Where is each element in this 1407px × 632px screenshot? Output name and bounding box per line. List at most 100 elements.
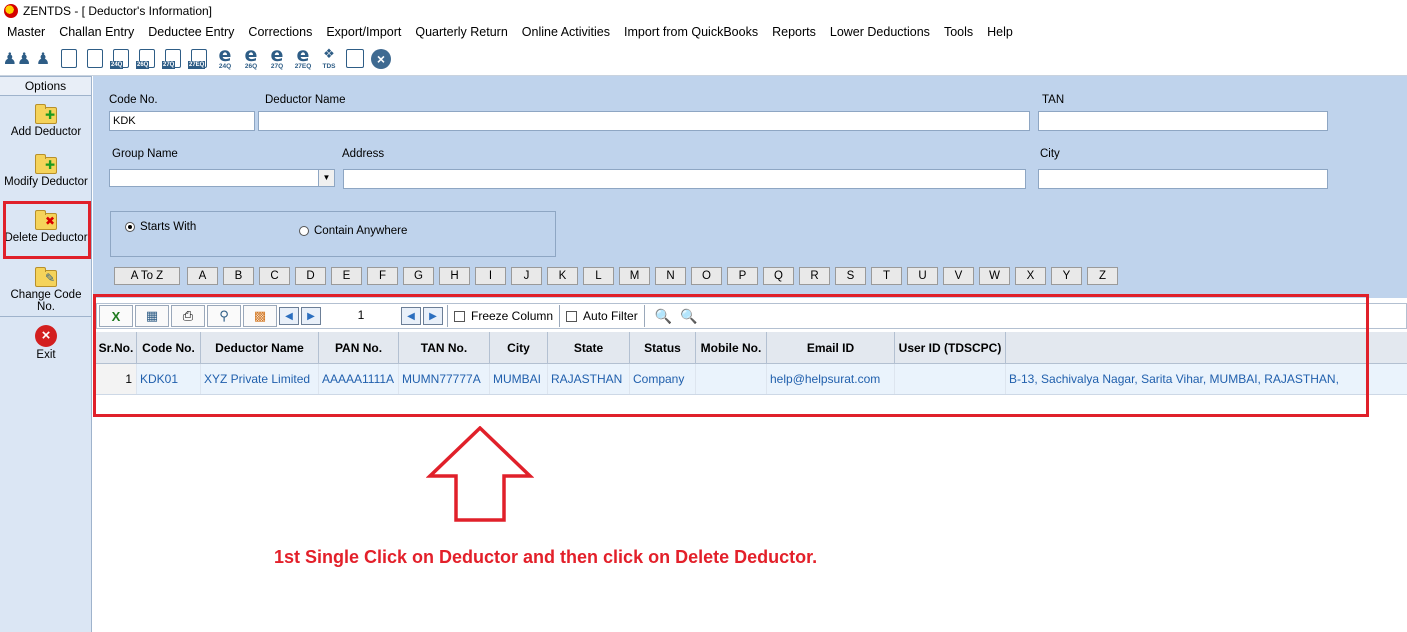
col-pan-no[interactable]: PAN No.: [319, 332, 399, 363]
col-tan-no[interactable]: TAN No.: [399, 332, 490, 363]
letter-button[interactable]: C: [259, 267, 290, 285]
letter-button[interactable]: F: [367, 267, 398, 285]
doc-27eq-icon[interactable]: 27EQ: [188, 47, 210, 71]
menu-reports[interactable]: Reports: [765, 25, 823, 39]
modify-deductor-button[interactable]: ✚ Modify Deductor: [0, 154, 92, 188]
letter-button[interactable]: B: [223, 267, 254, 285]
tds-logo-icon[interactable]: ❖ TDS: [318, 47, 340, 71]
doc-icon[interactable]: [58, 47, 80, 71]
col-city[interactable]: City: [490, 332, 548, 363]
col-sr-no[interactable]: Sr.No.: [96, 332, 137, 363]
main-toolbar: ♟♟ ♟ 24Q 26Q 27Q 27EQ e 24Q e 26Q e 27Q e 27…: [0, 42, 1407, 76]
cell-sr-no: 1: [96, 364, 137, 394]
menu-import-quickbooks[interactable]: Import from QuickBooks: [617, 25, 765, 39]
letter-button[interactable]: V: [943, 267, 974, 285]
exit-icon: ×: [35, 325, 57, 347]
letter-button[interactable]: Q: [763, 267, 794, 285]
form-icon[interactable]: [344, 47, 366, 71]
delete-deductor-button[interactable]: ✖ Delete Deductor: [0, 210, 92, 244]
last-page-icon[interactable]: ▶: [423, 307, 443, 325]
menu-corrections[interactable]: Corrections: [241, 25, 319, 39]
first-page-icon[interactable]: ◀: [279, 307, 299, 325]
people-icon[interactable]: ♟♟: [3, 47, 32, 71]
e-26q-icon[interactable]: e 26Q: [240, 46, 262, 71]
letter-button[interactable]: O: [691, 267, 722, 285]
change-code-button[interactable]: ✎ Change Code No.: [0, 267, 92, 313]
letter-button[interactable]: K: [547, 267, 578, 285]
letter-button[interactable]: G: [403, 267, 434, 285]
letter-button[interactable]: I: [475, 267, 506, 285]
menu-challan-entry[interactable]: Challan Entry: [52, 25, 141, 39]
letter-button[interactable]: U: [907, 267, 938, 285]
col-status[interactable]: Status: [630, 332, 696, 363]
letter-button[interactable]: M: [619, 267, 650, 285]
letter-button[interactable]: R: [799, 267, 830, 285]
menu-help[interactable]: Help: [980, 25, 1020, 39]
doc-26q-icon[interactable]: 26Q: [136, 47, 158, 71]
letter-button[interactable]: T: [871, 267, 902, 285]
letter-button[interactable]: W: [979, 267, 1010, 285]
prev-page-icon[interactable]: ▶: [301, 307, 321, 325]
person-icon[interactable]: ♟: [32, 47, 54, 71]
letter-button[interactable]: E: [331, 267, 362, 285]
col-state[interactable]: State: [548, 332, 630, 363]
doc-27q-icon[interactable]: 27Q: [162, 47, 184, 71]
doc-icon[interactable]: [84, 47, 106, 71]
menu-online-activities[interactable]: Online Activities: [515, 25, 617, 39]
letter-button[interactable]: A: [187, 267, 218, 285]
xml-export-icon[interactable]: ▦: [135, 305, 169, 327]
search-icon[interactable]: ⚲: [207, 305, 241, 327]
menu-bar: Master Challan Entry Deductee Entry Corr…: [0, 22, 1407, 42]
tree-icon[interactable]: ▩: [243, 305, 277, 327]
letter-button[interactable]: P: [727, 267, 758, 285]
letter-button[interactable]: H: [439, 267, 470, 285]
add-deductor-button[interactable]: ✚ Add Deductor: [0, 104, 92, 138]
close-circle-icon[interactable]: ×: [370, 47, 392, 71]
code-input[interactable]: [109, 111, 255, 131]
letter-button[interactable]: S: [835, 267, 866, 285]
menu-master[interactable]: Master: [0, 25, 52, 39]
letter-button[interactable]: X: [1015, 267, 1046, 285]
letter-button[interactable]: J: [511, 267, 542, 285]
col-deductor-name[interactable]: Deductor Name: [201, 332, 319, 363]
menu-lower-deductions[interactable]: Lower Deductions: [823, 25, 937, 39]
col-email-id[interactable]: Email ID: [767, 332, 895, 363]
letter-button[interactable]: L: [583, 267, 614, 285]
radio-contain-anywhere[interactable]: Contain Anywhere: [299, 225, 407, 237]
deductor-name-input[interactable]: [258, 111, 1030, 131]
menu-quarterly-return[interactable]: Quarterly Return: [408, 25, 514, 39]
tan-input[interactable]: [1038, 111, 1328, 131]
e-24q-icon[interactable]: e 24Q: [214, 46, 236, 71]
zoom-in-icon[interactable]: 🔍: [655, 308, 672, 325]
city-input[interactable]: [1038, 169, 1328, 189]
col-mobile-no[interactable]: Mobile No.: [696, 332, 767, 363]
exit-button[interactable]: × Exit: [0, 325, 92, 361]
table-row[interactable]: 1 KDK01 XYZ Private Limited AAAAA1111A M…: [96, 364, 1407, 395]
grid-header: Sr.No. Code No. Deductor Name PAN No. TA…: [96, 332, 1407, 364]
doc-24q-icon[interactable]: 24Q: [110, 47, 132, 71]
freeze-column-toggle[interactable]: Freeze Column: [447, 305, 559, 327]
next-page-icon[interactable]: ◀: [401, 307, 421, 325]
group-name-select[interactable]: ▼: [109, 169, 335, 187]
chevron-down-icon[interactable]: ▼: [318, 170, 334, 186]
e-27q-icon[interactable]: e 27Q: [266, 46, 288, 71]
radio-starts-with[interactable]: Starts With: [125, 221, 196, 233]
zoom-out-icon[interactable]: 🔍: [680, 308, 697, 325]
col-code-no[interactable]: Code No.: [137, 332, 201, 363]
col-address: [1006, 332, 1407, 363]
print-icon[interactable]: ⎙: [171, 305, 205, 327]
letter-button[interactable]: D: [295, 267, 326, 285]
address-input[interactable]: [343, 169, 1026, 189]
menu-tools[interactable]: Tools: [937, 25, 980, 39]
menu-export-import[interactable]: Export/Import: [319, 25, 408, 39]
letter-button[interactable]: N: [655, 267, 686, 285]
e-27eq-icon[interactable]: e 27EQ: [292, 46, 314, 71]
letter-button[interactable]: Z: [1087, 267, 1118, 285]
letter-button[interactable]: Y: [1051, 267, 1082, 285]
letter-a-to-z[interactable]: A To Z: [114, 267, 180, 285]
auto-filter-toggle[interactable]: Auto Filter: [559, 305, 644, 327]
col-user-id[interactable]: User ID (TDSCPC): [895, 332, 1006, 363]
excel-export-icon[interactable]: X: [99, 305, 133, 327]
menu-deductee-entry[interactable]: Deductee Entry: [141, 25, 241, 39]
alphabet-filter: A To Z A B C D E F G H I J K L M N O P Q…: [114, 267, 1123, 285]
